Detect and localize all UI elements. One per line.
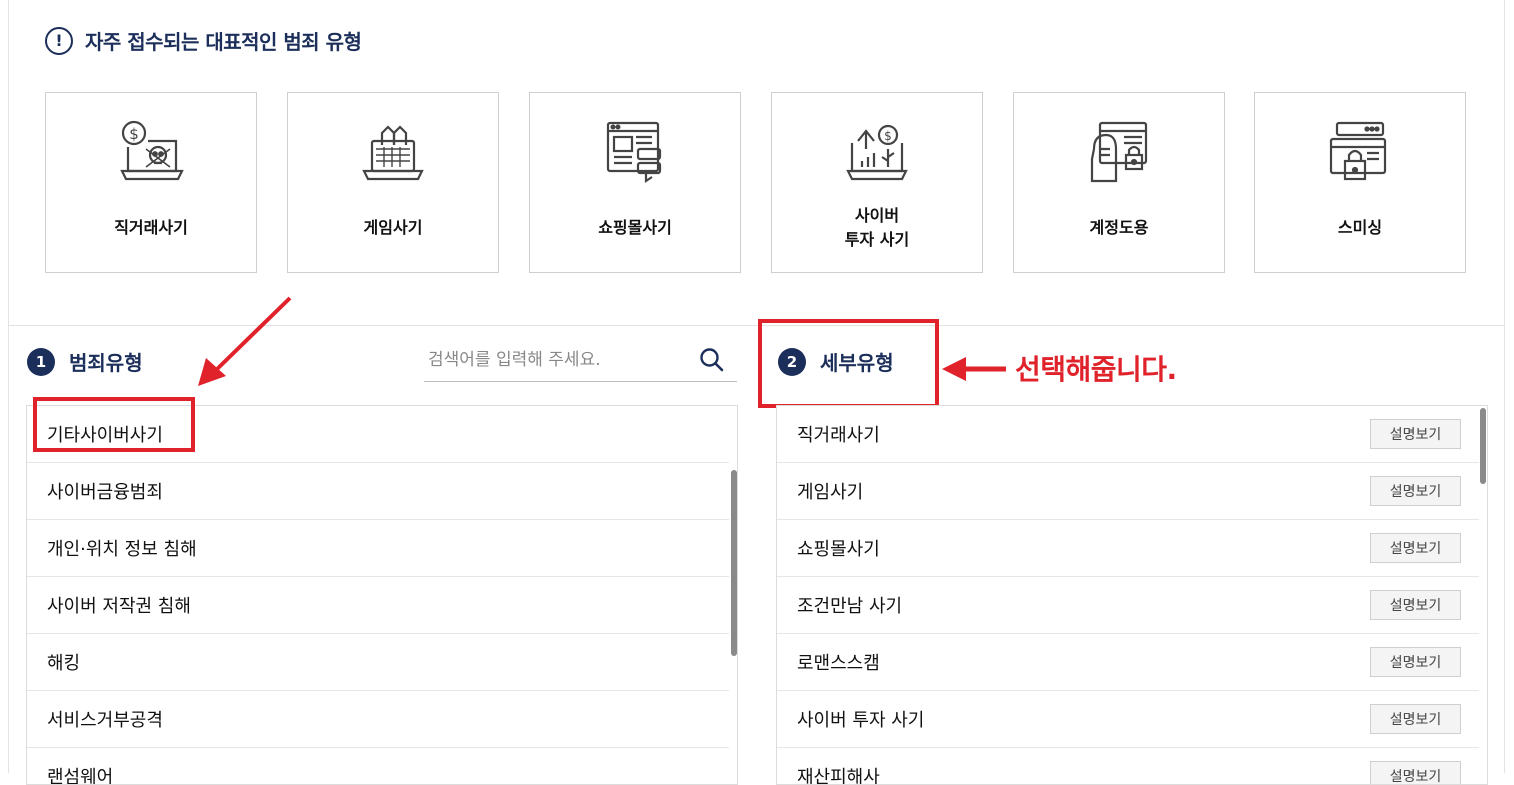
list-item[interactable]: 로맨스스캠 설명보기 — [777, 634, 1479, 691]
list-item-label: 직거래사기 — [797, 425, 880, 446]
card-smishing[interactable]: 스미싱 — [1254, 92, 1466, 273]
list-item[interactable]: 직거래사기 설명보기 — [777, 406, 1479, 463]
list-item-label: 로맨스스캠 — [797, 653, 880, 674]
list-item[interactable]: 조건만남 사기 설명보기 — [777, 577, 1479, 634]
description-button[interactable]: 설명보기 — [1370, 704, 1461, 734]
description-button[interactable]: 설명보기 — [1370, 533, 1461, 563]
list-item[interactable]: 게임사기 설명보기 — [777, 463, 1479, 520]
list-item-label: 쇼핑몰사기 — [797, 539, 880, 560]
list-item[interactable]: 사이버 저작권 침해 — [27, 577, 729, 634]
card-shopping-fraud[interactable]: 쇼핑몰사기 — [529, 92, 741, 273]
description-button[interactable]: 설명보기 — [1370, 476, 1461, 506]
list-item[interactable]: 쇼핑몰사기 설명보기 — [777, 520, 1479, 577]
search-box — [424, 338, 737, 382]
description-button[interactable]: 설명보기 — [1370, 647, 1461, 677]
card-label: 사이버 투자 사기 — [844, 205, 910, 249]
card-cyber-investment-fraud[interactable]: $ 사이버 투자 사기 — [771, 92, 983, 273]
list-item-label: 재산피해사 — [797, 767, 880, 785]
list-item[interactable]: 랜섬웨어 — [27, 748, 729, 784]
list-item[interactable]: 해킹 — [27, 634, 729, 691]
description-button[interactable]: 설명보기 — [1370, 419, 1461, 449]
highlight-box-sub-type — [758, 319, 939, 408]
list-item[interactable]: 사이버 투자 사기 설명보기 — [777, 691, 1479, 748]
info-icon: ! — [45, 26, 73, 55]
crime-type-title: 범죄유형 — [69, 351, 143, 375]
list-item[interactable]: 사이버금융범죄 — [27, 463, 729, 520]
card-label: 게임사기 — [363, 217, 423, 237]
list-item-label: 사이버 투자 사기 — [797, 710, 925, 731]
red-arrow-left-icon — [942, 357, 1006, 381]
step-number-badge: 1 — [27, 347, 55, 376]
list-item-label: 게임사기 — [797, 482, 864, 503]
description-button[interactable]: 설명보기 — [1370, 761, 1461, 784]
card-label: 직거래사기 — [114, 217, 188, 237]
red-arrow-down-icon — [198, 296, 292, 386]
annotation-text: 선택해줍니다. — [1015, 353, 1177, 386]
search-icon[interactable] — [699, 347, 725, 373]
sub-list-scrollbar[interactable] — [1480, 408, 1486, 484]
crime-list-scrollbar[interactable] — [731, 470, 737, 656]
card-label: 스미싱 — [1337, 217, 1383, 237]
description-button[interactable]: 설명보기 — [1370, 590, 1461, 620]
list-item-label: 조건만남 사기 — [797, 596, 903, 617]
sub-type-list: 직거래사기 설명보기 게임사기 설명보기 쇼핑몰사기 설명보기 조건만남 사기 설명보기… — [776, 405, 1488, 785]
top-title: ! 자주 접수되는 대표적인 범죄 유형 — [45, 26, 362, 55]
list-item[interactable]: 재산피해사 설명보기 — [777, 748, 1479, 785]
highlight-box-selected-crime — [33, 397, 195, 452]
card-account-theft[interactable]: 계정도용 — [1013, 92, 1225, 273]
card-label: 쇼핑몰사기 — [598, 217, 672, 237]
card-game-fraud[interactable]: 게임사기 — [287, 92, 499, 273]
search-input[interactable] — [424, 348, 690, 371]
crime-type-list: 기타사이버사기 사이버금융범죄 개인·위치 정보 침해 사이버 저작권 침해 해… — [26, 405, 738, 785]
card-direct-trade-fraud[interactable]: $ 직거래사기 — [45, 92, 257, 273]
list-item[interactable]: 개인·위치 정보 침해 — [27, 520, 729, 577]
top-title-text: 자주 접수되는 대표적인 범죄 유형 — [85, 30, 362, 54]
card-label: 계정도용 — [1089, 217, 1149, 237]
crime-type-header: 1 범죄유형 — [27, 347, 143, 376]
list-item[interactable]: 서비스거부공격 — [27, 691, 729, 748]
